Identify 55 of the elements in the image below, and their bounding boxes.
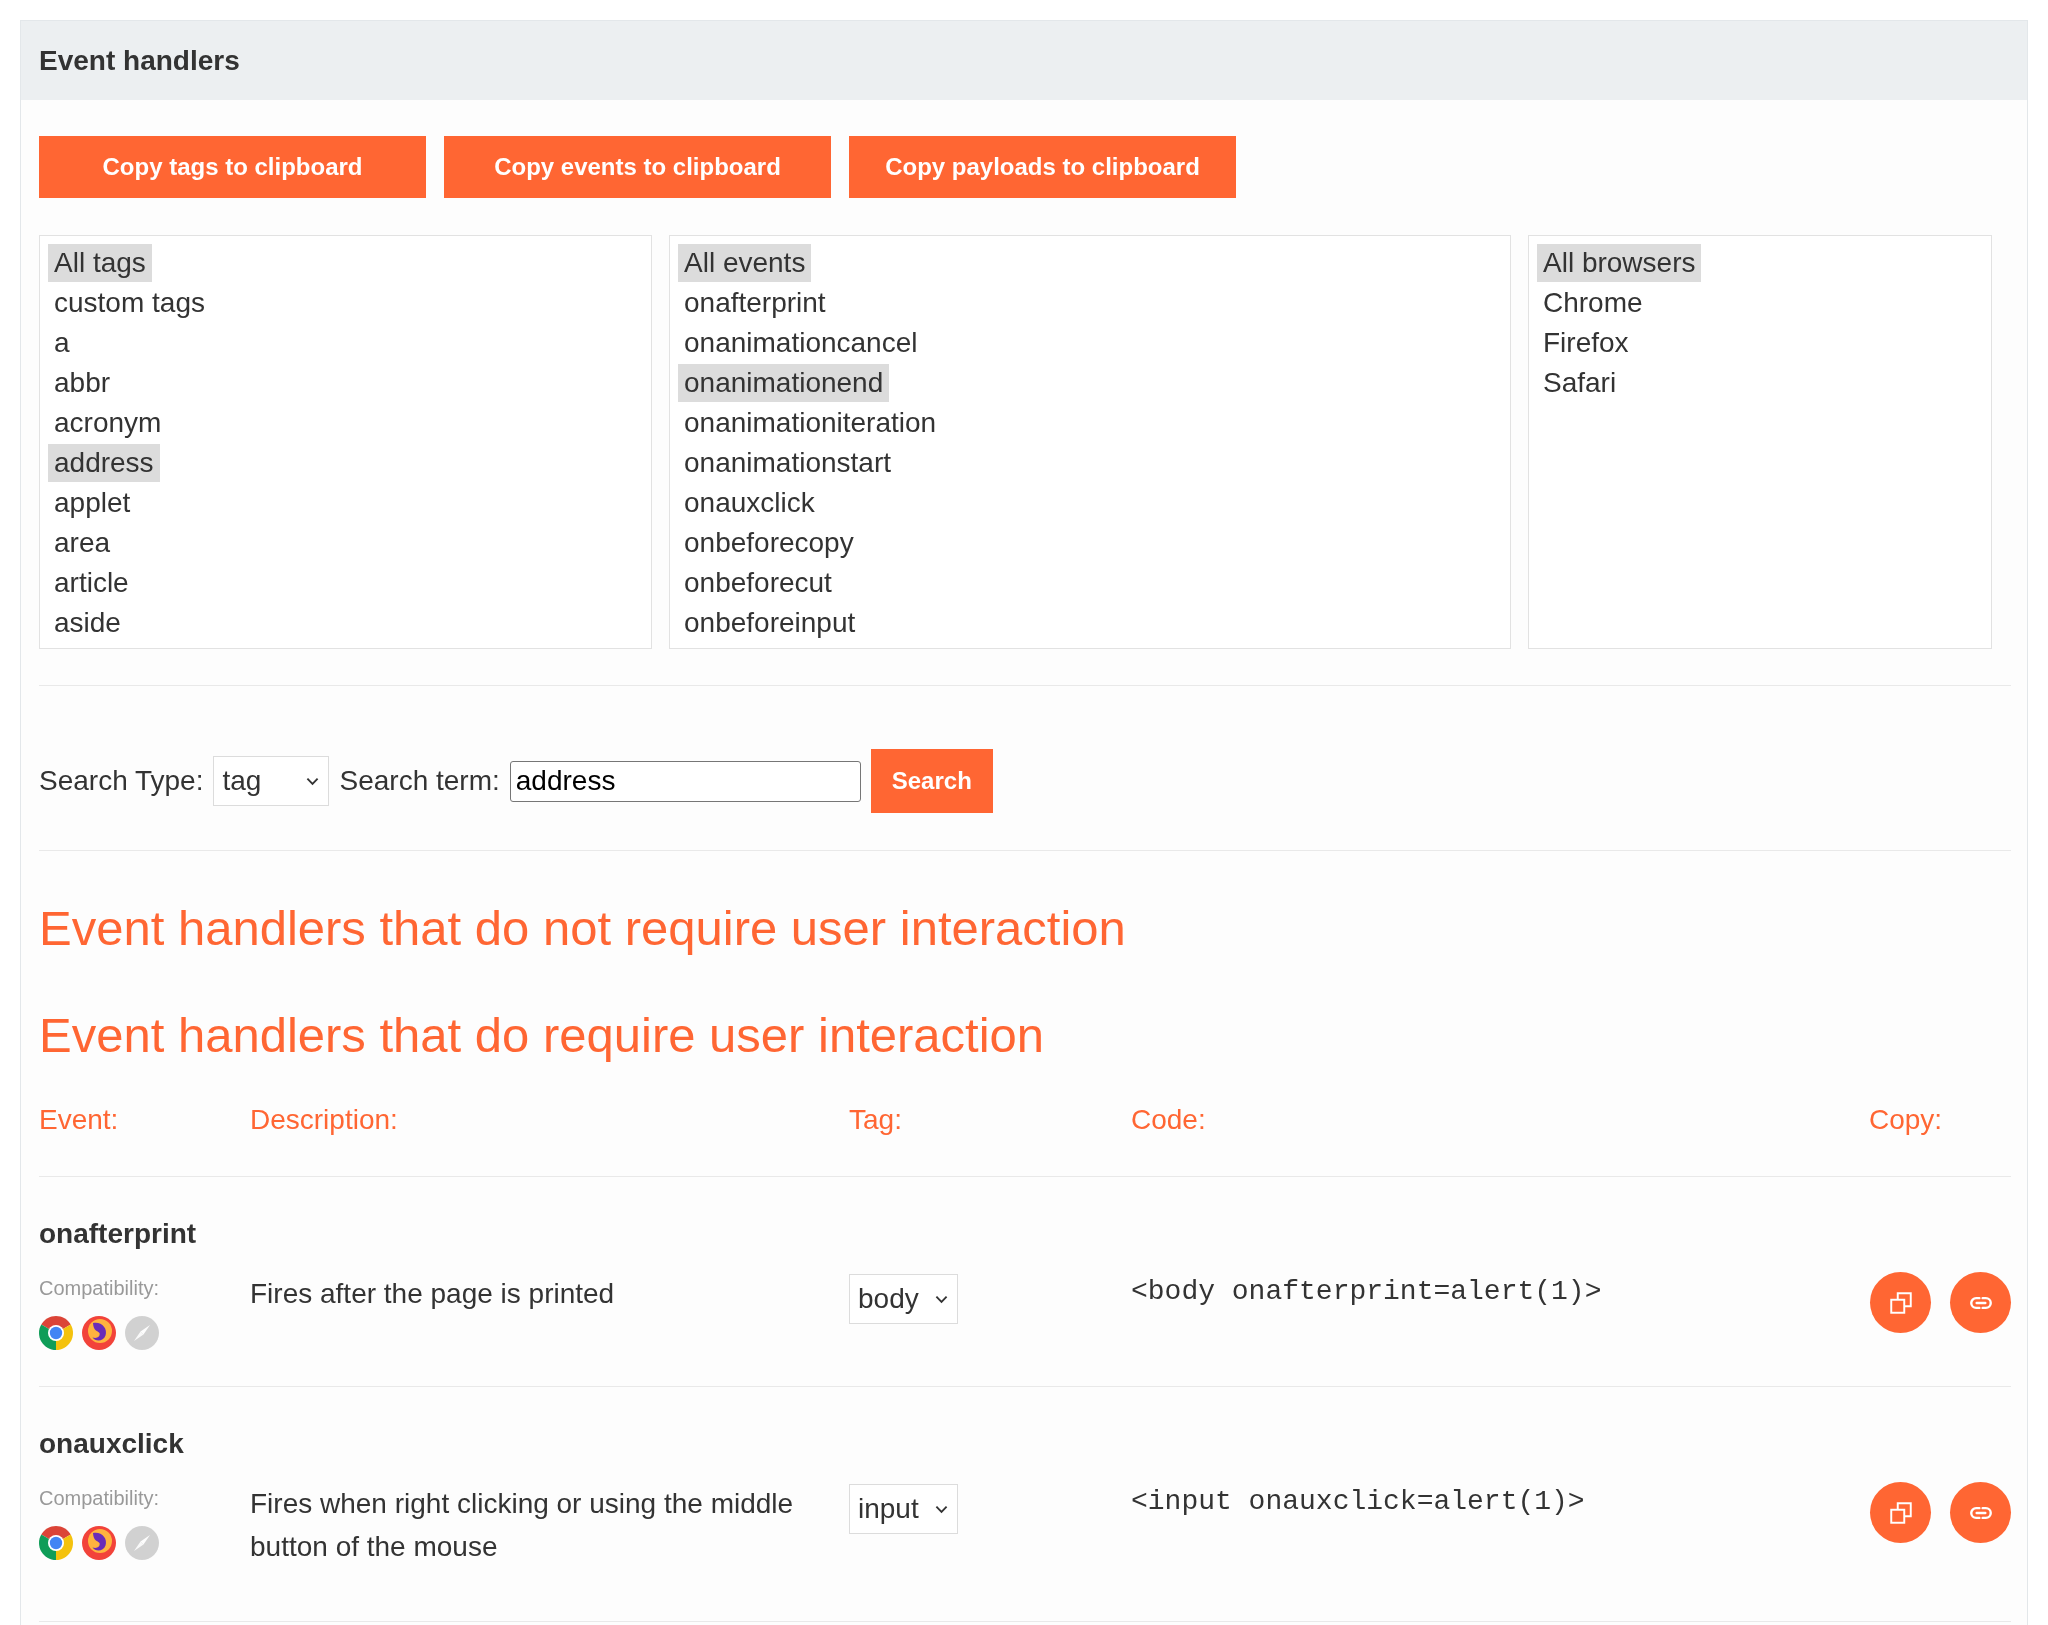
event-name: onafterprint [39,1217,197,1251]
copy-icon [1887,1289,1914,1316]
list-option[interactable]: onanimationcancel [678,324,924,362]
search-term-field[interactable]: address [509,760,861,802]
list-option[interactable]: acronym [48,404,168,442]
link-button[interactable] [1950,1272,2011,1333]
list-option[interactable]: onanimationend [678,364,890,402]
column-header: Code: [1131,1104,1206,1135]
panel-title: Event handlers [39,44,240,77]
search-type-label: Search Type: [39,764,204,798]
code-snippet: <body onafterprint=alert(1)> [1131,1275,1602,1309]
copy-button[interactable] [1870,1272,1931,1333]
column-header: Copy: [1869,1104,1943,1135]
list-option[interactable]: onbeforeinput [678,604,862,642]
compatibility-label: Compatibility: [39,1486,160,1511]
list-option[interactable]: abbr [48,364,117,402]
list-option[interactable]: a [48,324,76,362]
section-heading: Event handlers that do require user interaction [39,1007,1045,1063]
list-option[interactable]: All tags [48,244,152,282]
event-description: Fires after the page is printed [250,1277,615,1311]
chevron-down-icon [934,1294,948,1304]
code-snippet: <input onauxclick=alert(1)> [1131,1485,1585,1519]
element-dropdown[interactable]: input [849,1484,958,1534]
column-header: Tag: [849,1104,902,1135]
column-header: Event: [39,1104,119,1135]
event-description: Fires when right clicking or using the middle button of the mouse [250,1487,795,1564]
list-option[interactable]: onanimationstart [678,444,897,482]
list-option[interactable]: onbeforecut [678,564,838,602]
event-name: onauxclick [39,1427,184,1461]
list-option[interactable]: onbeforecopy [678,524,860,562]
list-option[interactable]: onanimationiteration [678,404,943,442]
list-option[interactable]: Firefox [1537,324,1635,362]
section-heading: Event handlers that do not require user interaction [39,900,1126,956]
list-option[interactable]: onafterprint [678,284,832,322]
link-button[interactable] [1950,1482,2011,1543]
list-option[interactable]: custom tags [48,284,211,322]
list-option[interactable]: onauxclick [678,484,821,522]
element-dropdown[interactable]: body [849,1274,958,1324]
chevron-down-icon [306,776,320,786]
list-option[interactable]: article [48,564,135,602]
list-option[interactable]: All browsers [1537,244,1702,282]
search-type-dropdown[interactable]: tag [213,756,330,806]
list-option[interactable]: All events [678,244,812,282]
search-term-label: Search term: [339,764,500,798]
compatibility-label: Compatibility: [39,1276,160,1301]
list-option[interactable]: address [48,444,160,482]
list-option[interactable]: area [48,524,117,562]
copy-icon [1887,1499,1914,1526]
column-header: Description: [250,1104,398,1135]
chevron-down-icon [934,1504,948,1514]
list-option[interactable]: Chrome [1537,284,1649,322]
list-option[interactable]: applet [48,484,137,522]
list-option[interactable]: aside [48,604,127,642]
list-option[interactable]: Safari [1537,364,1623,402]
copy-button[interactable] [1870,1482,1931,1543]
